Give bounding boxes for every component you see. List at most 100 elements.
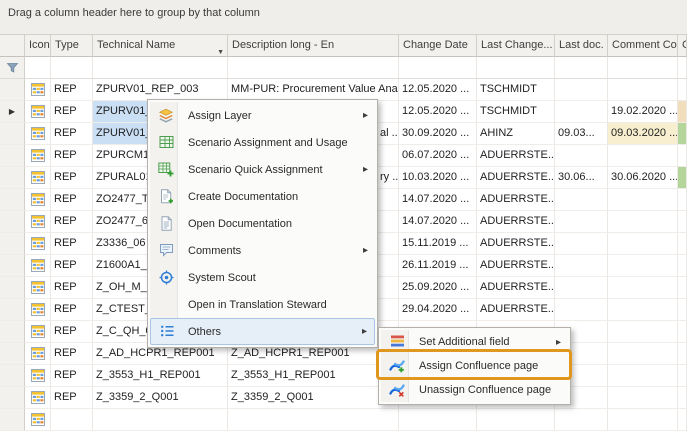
cell-type[interactable]: REP [51,255,93,277]
cell-c[interactable] [678,321,687,343]
cell-comment[interactable] [608,211,678,233]
cell-c[interactable] [678,233,687,255]
menu-item-open-in-translation-steward[interactable]: Open in Translation Steward [150,291,375,318]
cell-comment[interactable] [608,299,678,321]
cell-type[interactable]: REP [51,189,93,211]
cell-lastdoc[interactable] [555,299,608,321]
cell-c[interactable] [678,255,687,277]
menu-item-set-additional-field[interactable]: Set Additional field▸ [381,330,568,354]
cell-lastchg[interactable]: ADUERRSTE... [477,189,555,211]
cell-lastchg[interactable]: ADUERRSTE... [477,233,555,255]
cell-c[interactable] [678,409,687,431]
cell-lastchg[interactable]: ADUERRSTE... [477,277,555,299]
cell-type[interactable]: REP [51,123,93,145]
filter-cell-change[interactable] [399,57,477,79]
menu-item-assign-layer[interactable]: Assign Layer▸ [150,102,375,129]
cell-lastchg[interactable]: TSCHMIDT [477,79,555,101]
filter-dropdown-icon[interactable]: ▼ [217,42,224,57]
cell-desc[interactable]: Z_3359_2_Q001 [228,387,399,409]
cell-c[interactable] [678,145,687,167]
cell-change[interactable]: 30.09.2020 ... [399,123,477,145]
cell-change[interactable]: 14.07.2020 ... [399,189,477,211]
table-row[interactable]: REPZPURV01_REP_003MM-PUR: Procurement Va… [0,79,687,101]
cell-type[interactable]: REP [51,101,93,123]
cell-c[interactable] [678,167,687,189]
menu-item-unassign-confluence-page[interactable]: Unassign Confluence page [381,378,568,402]
cell-lastdoc[interactable] [555,189,608,211]
cell-lastdoc[interactable]: 09.03... [555,123,608,145]
menu-item-create-documentation[interactable]: Create Documentation [150,183,375,210]
cell-c[interactable] [678,79,687,101]
menu-item-scenario-assignment-and-usage[interactable]: Scenario Assignment and Usage [150,129,375,156]
cell-comment[interactable] [608,343,678,365]
cell-tech[interactable]: ZPURV01_REP_003 [93,79,228,101]
cell-lastdoc[interactable] [555,145,608,167]
column-header-desc[interactable]: Description long - En [228,35,399,57]
cell-c[interactable] [678,211,687,233]
cell-lastchg[interactable]: ADUERRSTE... [477,255,555,277]
cell-comment[interactable] [608,233,678,255]
cell-c[interactable] [678,299,687,321]
cell-desc[interactable]: MM-PUR: Procurement Value Anal... [228,79,399,101]
cell-lastdoc[interactable]: 30.06... [555,167,608,189]
cell-type[interactable]: REP [51,365,93,387]
filter-cell-desc[interactable] [228,57,399,79]
cell-comment[interactable] [608,365,678,387]
cell-comment[interactable] [608,321,678,343]
cell-tech[interactable]: Z_3359_2_Q001 [93,387,228,409]
cell-change[interactable]: 14.07.2020 ... [399,211,477,233]
cell-type[interactable]: REP [51,299,93,321]
column-header-change[interactable]: Change Date [399,35,477,57]
cell-desc[interactable]: Z_3553_H1_REP001 [228,365,399,387]
cell-type[interactable]: REP [51,321,93,343]
column-header-tech[interactable]: Technical Name▼ [93,35,228,57]
cell-comment[interactable] [608,145,678,167]
cell-c[interactable] [678,343,687,365]
filter-cell-icon[interactable] [25,57,51,79]
filter-cell-comment[interactable] [608,57,678,79]
cell-lastdoc[interactable] [555,277,608,299]
cell-change[interactable]: 12.05.2020 ... [399,101,477,123]
cell-lastdoc[interactable] [555,101,608,123]
cell-tech[interactable] [93,409,228,431]
cell-lastdoc[interactable] [555,211,608,233]
cell-lastchg[interactable] [477,409,555,431]
cell-lastdoc[interactable] [555,233,608,255]
cell-comment[interactable]: 09.03.2020 ... [608,123,678,145]
cell-desc[interactable] [228,409,399,431]
table-row[interactable]: REPZ_3359_2_Q001Z_3359_2_Q001 [0,387,687,409]
cell-c[interactable] [678,365,687,387]
column-header-comment[interactable]: Comment Co... [608,35,678,57]
cell-lastdoc[interactable] [555,409,608,431]
cell-comment[interactable] [608,189,678,211]
cell-change[interactable]: 10.03.2020 ... [399,167,477,189]
filter-cell-lastdoc[interactable] [555,57,608,79]
menu-item-scenario-quick-assignment[interactable]: Scenario Quick Assignment▸ [150,156,375,183]
menu-item-open-documentation[interactable]: Open Documentation [150,210,375,237]
cell-comment[interactable]: 19.02.2020 ... [608,101,678,123]
cell-type[interactable]: REP [51,145,93,167]
cell-c[interactable] [678,189,687,211]
cell-change[interactable]: 26.11.2019 ... [399,255,477,277]
cell-type[interactable]: REP [51,277,93,299]
cell-comment[interactable] [608,387,678,409]
cell-lastchg[interactable]: ADUERRSTE... [477,167,555,189]
cell-lastchg[interactable]: ADUERRSTE... [477,211,555,233]
cell-comment[interactable]: 30.06.2020 ... [608,167,678,189]
cell-comment[interactable] [608,79,678,101]
cell-lastchg[interactable]: ADUERRSTE... [477,145,555,167]
cell-type[interactable]: REP [51,387,93,409]
menu-item-assign-confluence-page[interactable]: Assign Confluence page [381,354,568,378]
cell-type[interactable] [51,409,93,431]
filter-cell-lastchg[interactable] [477,57,555,79]
cell-c[interactable] [678,387,687,409]
cell-type[interactable]: REP [51,79,93,101]
filter-cell-c[interactable] [678,57,687,79]
column-header-lastchg[interactable]: Last Change... [477,35,555,57]
column-header-c[interactable]: C [678,35,687,57]
group-by-panel[interactable]: Drag a column header here to group by th… [0,0,687,35]
cell-comment[interactable] [608,277,678,299]
cell-c[interactable] [678,277,687,299]
column-header-type[interactable]: Type [51,35,93,57]
cell-change[interactable]: 25.09.2020 ... [399,277,477,299]
